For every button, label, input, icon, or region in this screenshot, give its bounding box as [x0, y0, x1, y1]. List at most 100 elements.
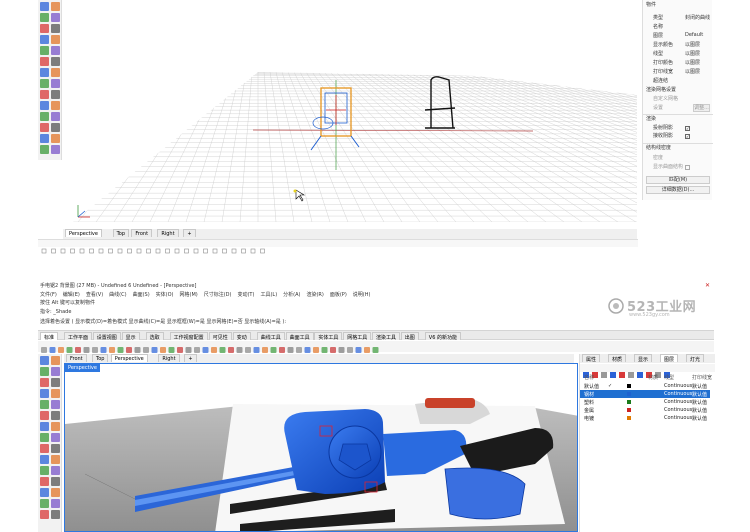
toolbar-icon[interactable]: [177, 347, 183, 353]
receive-shadows-checkbox[interactable]: ✓: [685, 134, 690, 139]
tool-button-icon[interactable]: [51, 101, 60, 110]
layer-linetype[interactable]: Continuous: [664, 399, 692, 405]
toolbar-icon[interactable]: [75, 347, 81, 353]
snap-checkbox[interactable]: [212, 248, 218, 254]
toolbar-icon[interactable]: [219, 347, 226, 353]
tool-button-icon[interactable]: [40, 112, 49, 121]
panel-tab[interactable]: 图层: [660, 354, 679, 363]
tool-button-icon[interactable]: [51, 477, 60, 486]
toolbar-icon[interactable]: [372, 347, 379, 353]
toolbar-tab[interactable]: 曲面工具: [285, 332, 314, 341]
layer-color-swatch[interactable]: [627, 416, 631, 420]
toolbar-tab[interactable]: 可见性: [208, 332, 232, 341]
panel-tab[interactable]: 灯光: [686, 354, 705, 363]
toolbar-icon[interactable]: [66, 347, 73, 353]
toolbar-icon[interactable]: [83, 347, 90, 353]
toolbar-icon[interactable]: [185, 347, 192, 353]
menu-item[interactable]: 网格(M): [180, 292, 198, 298]
snap-checkbox[interactable]: [193, 248, 199, 254]
tool-button-icon[interactable]: [51, 510, 60, 519]
toolbar-icon[interactable]: [313, 347, 319, 353]
tool-button-icon[interactable]: [51, 35, 60, 44]
toolbar-icon[interactable]: [143, 347, 149, 353]
menu-item[interactable]: 曲面(S): [133, 292, 150, 298]
toolbar-icon[interactable]: [151, 347, 158, 353]
tool-button-icon[interactable]: [40, 455, 49, 464]
toolbar-icon[interactable]: [296, 347, 302, 353]
menu-item[interactable]: 文件(F): [40, 292, 57, 298]
snap-checkbox[interactable]: [203, 248, 208, 254]
tool-button-icon[interactable]: [40, 145, 49, 154]
toolbar-tab[interactable]: 工作平面: [64, 332, 93, 341]
tool-button-icon[interactable]: [51, 13, 60, 22]
menu-item[interactable]: 工具(L): [260, 292, 277, 298]
tool-button-icon[interactable]: [51, 499, 60, 508]
tool-button-icon[interactable]: [51, 422, 60, 431]
tool-button-icon[interactable]: [51, 57, 60, 66]
menu-item[interactable]: 实体(O): [156, 292, 174, 298]
tool-button-icon[interactable]: [51, 90, 60, 99]
tool-button-icon[interactable]: [40, 24, 49, 33]
toolbar-icon[interactable]: [245, 347, 251, 353]
toolbar-icon[interactable]: [287, 347, 294, 353]
snap-checkbox[interactable]: [108, 248, 113, 254]
layer-row[interactable]: 电镀 Continuous 默认值: [580, 414, 710, 422]
layer-linetype[interactable]: Continuous: [664, 415, 692, 421]
property-value[interactable]: 封闭的曲线: [685, 14, 710, 21]
snap-checkbox[interactable]: [146, 248, 151, 254]
toolbar-icon[interactable]: [355, 347, 362, 353]
layer-width[interactable]: 默认值: [692, 399, 707, 406]
toolbar-icon[interactable]: [194, 347, 200, 353]
render-mesh-adjust-button[interactable]: 调整...: [693, 104, 710, 112]
show-surface-structure-checkbox[interactable]: [685, 165, 690, 170]
tool-button-icon[interactable]: [51, 455, 60, 464]
snap-checkbox[interactable]: [51, 248, 56, 254]
menu-item[interactable]: 查看(V): [86, 292, 103, 298]
toolbar-icon[interactable]: [168, 347, 175, 353]
snap-checkbox[interactable]: [70, 248, 75, 254]
layer-linetype[interactable]: Continuous: [664, 407, 692, 413]
tool-button-icon[interactable]: [40, 68, 49, 77]
toolbar-icon[interactable]: [160, 347, 166, 353]
tool-button-icon[interactable]: [40, 510, 49, 519]
property-value[interactable]: 以图层: [685, 41, 700, 48]
tool-button-icon[interactable]: [40, 367, 49, 376]
toolbar-tab[interactable]: 工作视窗配置: [169, 332, 208, 341]
menu-item[interactable]: 面板(P): [330, 292, 347, 298]
tool-button-icon[interactable]: [51, 134, 60, 143]
layer-linetype[interactable]: Continuous: [664, 391, 692, 397]
property-value[interactable]: 以图层: [685, 68, 700, 75]
tool-button-icon[interactable]: [51, 433, 60, 442]
menu-item[interactable]: 曲线(C): [109, 292, 126, 298]
viewport-tab-front[interactable]: Front: [131, 229, 153, 237]
snap-checkbox[interactable]: [231, 248, 237, 254]
toolbar-tab[interactable]: V6 的新功能: [424, 332, 461, 341]
tool-button-icon[interactable]: [40, 477, 49, 486]
tool-button-icon[interactable]: [51, 145, 60, 154]
tool-button-icon[interactable]: [40, 411, 49, 420]
layer-width[interactable]: 默认值: [692, 415, 707, 422]
layer-width[interactable]: 默认值: [692, 383, 707, 390]
perspective-viewport[interactable]: Perspective: [64, 363, 578, 532]
layer-color-swatch[interactable]: [627, 392, 631, 396]
menu-item[interactable]: 尺寸标注(D): [204, 292, 232, 298]
tool-button-icon[interactable]: [40, 499, 49, 508]
snap-checkbox[interactable]: [98, 248, 104, 254]
toolbar-icon[interactable]: [236, 347, 243, 353]
snap-checkbox[interactable]: [41, 248, 47, 254]
snap-checkbox[interactable]: [89, 248, 94, 254]
tool-button-icon[interactable]: [40, 378, 49, 387]
toolbar-tab[interactable]: 设置视图: [92, 332, 121, 341]
tool-button-icon[interactable]: [51, 367, 60, 376]
toolbar-tab[interactable]: 渲染工具: [372, 332, 401, 341]
toolbar-tab[interactable]: 网格工具: [343, 332, 372, 341]
tool-button-icon[interactable]: [51, 389, 60, 398]
snap-checkbox[interactable]: [174, 248, 180, 254]
toolbar-tab[interactable]: 曲线工具: [256, 332, 285, 341]
toolbar-icon[interactable]: [41, 347, 47, 353]
layer-color-swatch[interactable]: [627, 400, 631, 404]
tool-button-icon[interactable]: [40, 57, 49, 66]
toolbar-icon[interactable]: [134, 347, 141, 353]
viewport-tab-right[interactable]: Right: [158, 354, 180, 362]
tool-button-icon[interactable]: [51, 112, 60, 121]
